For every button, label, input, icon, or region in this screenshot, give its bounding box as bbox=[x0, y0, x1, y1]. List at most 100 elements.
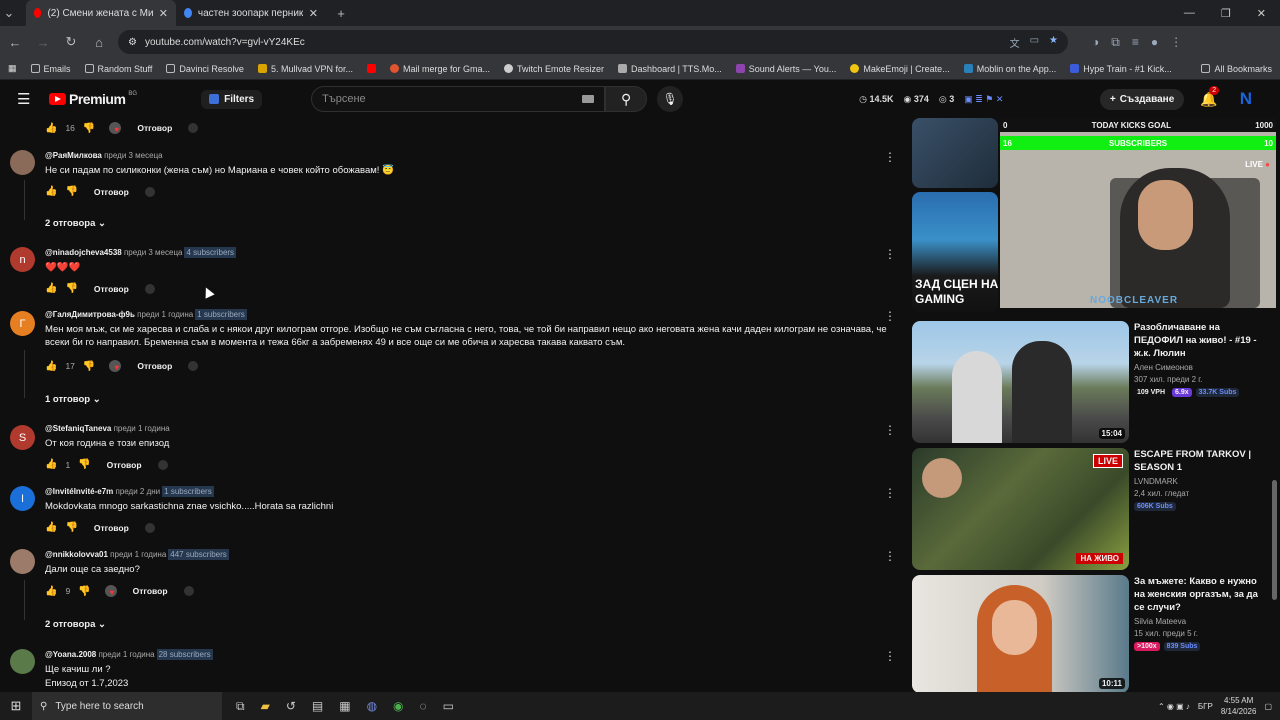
bookmark-item[interactable]: Moblin on the App... bbox=[963, 64, 1056, 74]
tab-list-icon[interactable]: ⌄ bbox=[0, 5, 18, 21]
dislike-icon[interactable]: 👎 bbox=[65, 283, 77, 294]
like-icon[interactable]: 👍 bbox=[45, 361, 57, 372]
profile-icon[interactable]: ● bbox=[1151, 35, 1158, 50]
reply-button[interactable]: Отговор bbox=[133, 586, 168, 596]
reply-button[interactable]: Отговор bbox=[137, 361, 172, 371]
emoji-icon[interactable] bbox=[157, 459, 168, 470]
tab-youtube[interactable]: (2) Смени жената с Мис Бълга ✕ bbox=[26, 0, 176, 26]
windows-start-icon[interactable]: ⊞ bbox=[0, 698, 32, 714]
comment-time[interactable]: преди 1 година bbox=[137, 310, 193, 319]
app-icon[interactable]: ▭ bbox=[443, 699, 454, 714]
tray-icons[interactable]: ⌃ ◉ ▣ ♪ bbox=[1158, 702, 1190, 711]
emoji-icon[interactable] bbox=[144, 283, 155, 294]
video-title[interactable]: За мъжете: Какво е нужно на женския орга… bbox=[1134, 575, 1269, 614]
taskbar-search-input[interactable]: ⚲ Type here to search bbox=[32, 692, 222, 720]
keyboard-icon[interactable] bbox=[582, 95, 595, 103]
close-window-icon[interactable]: ✕ bbox=[1257, 7, 1266, 20]
search-button[interactable]: ⚲ bbox=[605, 86, 648, 112]
chrome-icon[interactable]: ◉ bbox=[393, 699, 403, 714]
comment-time[interactable]: преди 3 месеца bbox=[104, 151, 163, 160]
all-bookmarks[interactable]: All Bookmarks bbox=[1201, 64, 1272, 74]
dislike-icon[interactable]: 👎 bbox=[78, 586, 90, 597]
home-icon[interactable]: ⌂ bbox=[90, 35, 108, 50]
discord-icon[interactable]: ◍ bbox=[367, 699, 377, 714]
comment-time[interactable]: преди 2 дни bbox=[116, 487, 161, 496]
app-icon[interactable]: ◌ bbox=[420, 699, 427, 714]
tab-google[interactable]: частен зоопарк перник - Goo ✕ bbox=[176, 0, 326, 26]
more-actions-icon[interactable]: ⋮ bbox=[884, 549, 896, 563]
dislike-icon[interactable]: 👎 bbox=[83, 123, 95, 134]
comment-author[interactable]: @nnikkolovva01 bbox=[45, 550, 108, 559]
emoji-icon[interactable] bbox=[183, 586, 194, 596]
channel-name[interactable]: Ален Симеонов bbox=[1134, 363, 1269, 372]
bookmark-item[interactable]: Sound Alerts — You... bbox=[735, 64, 836, 74]
reply-button[interactable]: Отговор bbox=[94, 187, 129, 197]
bookmark-item[interactable]: Hype Train - #1 Kick... bbox=[1070, 64, 1172, 74]
like-icon[interactable]: 👍 bbox=[45, 586, 57, 597]
video-thumbnail[interactable] bbox=[912, 118, 998, 188]
cast-icon[interactable]: ▭ bbox=[1030, 35, 1039, 50]
video-thumbnail[interactable]: 10:11 bbox=[912, 575, 1129, 692]
emoji-icon[interactable] bbox=[144, 522, 155, 533]
chrome-menu-icon[interactable]: ⋮ bbox=[1170, 35, 1182, 50]
media-icon[interactable]: ≡ bbox=[1132, 35, 1139, 50]
search-input[interactable]: Търсене bbox=[311, 86, 606, 112]
reply-button[interactable]: Отговор bbox=[107, 460, 142, 470]
comment-author[interactable]: @StefaniqTaneva bbox=[45, 424, 111, 433]
new-tab-icon[interactable]: + bbox=[332, 6, 350, 21]
like-icon[interactable]: 👍 bbox=[45, 123, 57, 134]
emoji-icon[interactable] bbox=[188, 123, 199, 133]
more-actions-icon[interactable]: ⋮ bbox=[884, 247, 896, 261]
close-tab-icon[interactable]: ✕ bbox=[309, 7, 318, 20]
dislike-icon[interactable]: 👎 bbox=[65, 522, 77, 533]
dislike-icon[interactable]: 👎 bbox=[65, 186, 77, 197]
more-actions-icon[interactable]: ⋮ bbox=[884, 309, 896, 323]
translate-icon[interactable]: 文 bbox=[1010, 35, 1020, 50]
reply-button[interactable]: Отговор bbox=[94, 284, 129, 294]
comment-author[interactable]: @Yoana.2008 bbox=[45, 650, 96, 659]
more-actions-icon[interactable]: ⋮ bbox=[884, 423, 896, 437]
notification-center-icon[interactable]: ▢ bbox=[1264, 702, 1272, 711]
bookmark-item[interactable]: Random Stuff bbox=[84, 64, 152, 74]
more-actions-icon[interactable]: ⋮ bbox=[884, 486, 896, 500]
like-icon[interactable]: 👍 bbox=[45, 522, 57, 533]
minimize-icon[interactable]: — bbox=[1184, 7, 1195, 20]
notifications-button[interactable]: 🔔 2 bbox=[1200, 85, 1220, 108]
avatar[interactable] bbox=[10, 150, 35, 175]
avatar[interactable]: S bbox=[10, 425, 35, 450]
bookmark-item[interactable]: Davinci Resolve bbox=[166, 64, 244, 74]
comment-time[interactable]: преди 1 година bbox=[110, 550, 166, 559]
extension-icon[interactable]: ◑ bbox=[1092, 35, 1099, 50]
youtube-logo[interactable]: Premium BG bbox=[49, 91, 137, 107]
replies-toggle[interactable]: 1 отговор ⌄ bbox=[45, 394, 101, 405]
dislike-icon[interactable]: 👎 bbox=[83, 361, 95, 372]
extensions-puzzle-icon[interactable]: ⧉ bbox=[1111, 35, 1120, 50]
extension-icons[interactable]: ▣ ≣ ⚑ ✕ bbox=[964, 94, 1003, 105]
video-thumbnail[interactable]: LIVE НА ЖИВО bbox=[912, 448, 1129, 570]
channel-name[interactable]: LVNDMARK bbox=[1134, 477, 1269, 486]
file-explorer-icon[interactable]: ▰ bbox=[261, 699, 270, 714]
close-tab-icon[interactable]: ✕ bbox=[159, 7, 168, 20]
clock[interactable]: 4:55 AM 8/14/2026 bbox=[1221, 695, 1257, 717]
dislike-icon[interactable]: 👎 bbox=[78, 459, 90, 470]
bookmark-item[interactable]: 5. Mullvad VPN for... bbox=[257, 64, 353, 74]
filters-button[interactable]: Filters bbox=[201, 89, 263, 109]
avatar[interactable] bbox=[10, 549, 35, 574]
replies-toggle[interactable]: 2 отговора ⌄ bbox=[45, 619, 106, 630]
video-thumbnail[interactable]: ЗАД СЦЕН НА GAMING bbox=[912, 192, 998, 312]
comment-author[interactable]: @ninadojcheva4538 bbox=[45, 248, 122, 257]
site-info-icon[interactable]: ⚙ bbox=[128, 37, 137, 48]
bookmark-item[interactable]: Dashboard | TTS.Mo... bbox=[618, 64, 722, 74]
emoji-icon[interactable] bbox=[144, 186, 155, 197]
video-title[interactable]: Разобличаване на ПЕДОФИЛ на живо! - #19 … bbox=[1134, 321, 1269, 360]
reload-icon[interactable]: ↻ bbox=[62, 34, 80, 50]
reply-button[interactable]: Отговор bbox=[94, 523, 129, 533]
like-icon[interactable]: 👍 bbox=[45, 459, 57, 470]
create-button[interactable]: + Създаване bbox=[1099, 88, 1185, 110]
apps-icon[interactable]: ▦ bbox=[8, 63, 17, 74]
avatar[interactable]: I bbox=[10, 486, 35, 511]
hamburger-menu-icon[interactable]: ☰ bbox=[17, 90, 33, 108]
channel-name[interactable]: Silvia Mateeva bbox=[1134, 617, 1269, 626]
url-input[interactable]: ⚙ youtube.com/watch?v=gvl-vY24KEc 文 ▭ ★ bbox=[118, 30, 1068, 54]
restore-icon[interactable]: ❐ bbox=[1221, 7, 1231, 20]
